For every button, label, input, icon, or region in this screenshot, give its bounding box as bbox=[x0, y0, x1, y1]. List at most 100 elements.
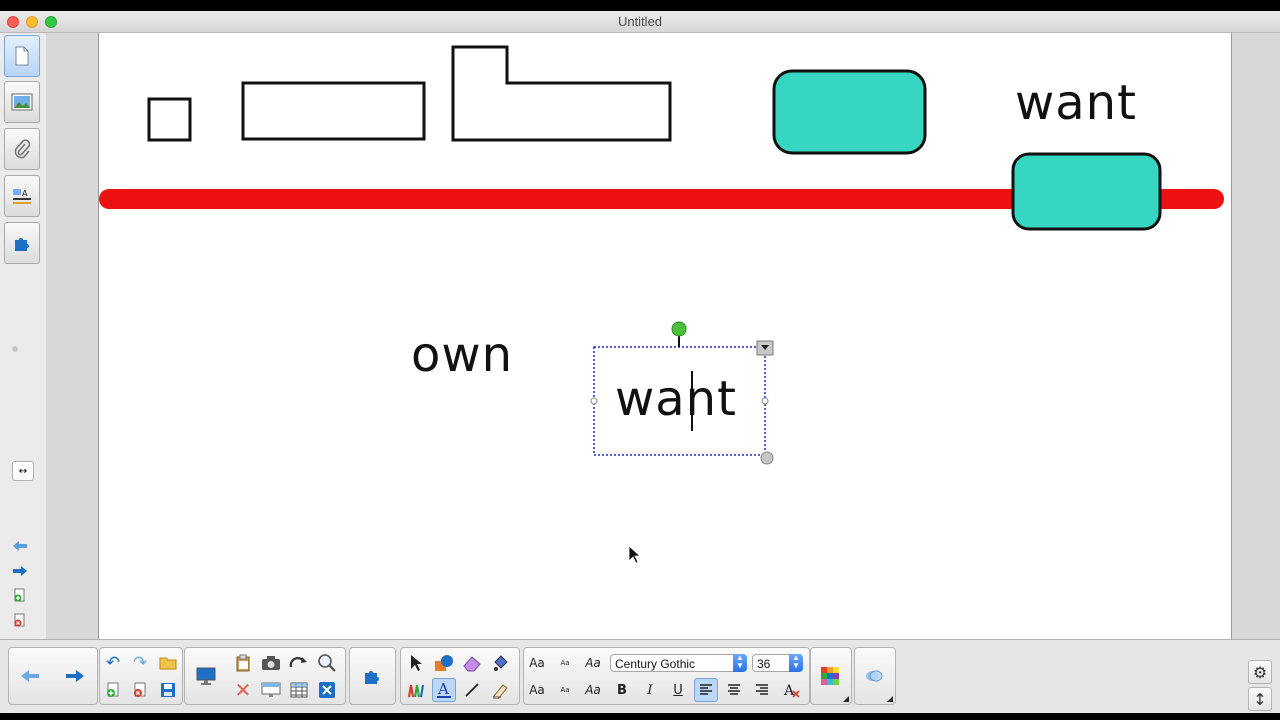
eraser-icon bbox=[463, 656, 481, 672]
word-want-top[interactable]: want bbox=[1015, 75, 1137, 131]
align-right-button[interactable] bbox=[750, 678, 774, 702]
text-style-large[interactable]: Aa bbox=[525, 651, 549, 675]
fill-tool-button[interactable] bbox=[488, 651, 512, 675]
align-left-icon bbox=[700, 684, 712, 695]
color-grid-icon bbox=[821, 667, 839, 685]
page-sorter-icon bbox=[15, 46, 29, 66]
arrow-left-icon bbox=[13, 541, 27, 551]
transparency-icon bbox=[866, 670, 883, 682]
table-button[interactable] bbox=[287, 678, 311, 702]
clipboard-icon bbox=[236, 654, 250, 672]
screen-shade-button[interactable] bbox=[259, 678, 283, 702]
l-shape-outline[interactable] bbox=[451, 45, 672, 142]
title-bar: Untitled bbox=[0, 11, 1280, 33]
undo-button[interactable]: ↶ bbox=[101, 651, 125, 675]
line-tool-button[interactable] bbox=[460, 678, 484, 702]
display-screen-button[interactable] bbox=[194, 664, 218, 688]
align-left-button[interactable] bbox=[694, 678, 718, 702]
previous-page-button[interactable] bbox=[18, 664, 42, 688]
word-want-selected[interactable]: want bbox=[615, 371, 737, 427]
properties-icon: A bbox=[13, 189, 31, 204]
whiteboard-canvas[interactable]: want own want bbox=[98, 33, 1232, 639]
teal-box-on-line[interactable] bbox=[1011, 152, 1162, 231]
rotation-handle[interactable] bbox=[671, 321, 687, 337]
text-tool-button[interactable]: A bbox=[432, 678, 456, 702]
right-gutter bbox=[1230, 33, 1280, 639]
addons-tab[interactable] bbox=[4, 222, 40, 264]
corner-expand-icon bbox=[843, 696, 849, 702]
text-style-large-2[interactable]: Aa bbox=[525, 678, 549, 702]
new-page-icon bbox=[107, 682, 119, 697]
magnifier-icon bbox=[318, 654, 336, 672]
font-family-select[interactable]: Century Gothic ▲ ▼ bbox=[610, 654, 747, 672]
previous-page-small-button[interactable] bbox=[12, 538, 28, 554]
close-presentation-button[interactable] bbox=[315, 678, 339, 702]
zoom-button[interactable] bbox=[315, 651, 339, 675]
next-page-small-button[interactable] bbox=[12, 563, 28, 579]
sidebar-resize-dot[interactable] bbox=[12, 346, 18, 352]
underline-button[interactable]: U bbox=[666, 678, 690, 702]
color-picker-button[interactable] bbox=[818, 664, 842, 688]
shapes-tool-button[interactable] bbox=[432, 651, 456, 675]
bold-button[interactable]: B bbox=[610, 678, 634, 702]
teal-box-top[interactable] bbox=[772, 69, 927, 155]
text-style-italic[interactable]: Aa bbox=[581, 651, 605, 675]
add-page-icon bbox=[14, 588, 25, 602]
arrow-right-icon bbox=[13, 566, 27, 576]
redo-button[interactable]: ↷ bbox=[128, 651, 152, 675]
word-own[interactable]: own bbox=[411, 327, 513, 383]
chevron-updown-icon: ▲ ▼ bbox=[733, 654, 747, 672]
eraser-tool-button[interactable] bbox=[460, 651, 484, 675]
select-tool-button[interactable] bbox=[404, 651, 428, 675]
clear-format-button[interactable]: A bbox=[780, 678, 804, 702]
open-button[interactable] bbox=[156, 651, 180, 675]
text-style-small-2[interactable]: Aa bbox=[553, 678, 577, 702]
resize-handle-right[interactable] bbox=[761, 397, 769, 405]
next-page-button[interactable] bbox=[63, 664, 87, 688]
font-size-value: 36 bbox=[757, 657, 771, 671]
add-page-small-button[interactable] bbox=[12, 587, 28, 603]
pen-icon bbox=[407, 684, 425, 698]
wide-rectangle-outline[interactable] bbox=[241, 81, 426, 141]
attachments-tab[interactable] bbox=[4, 128, 40, 170]
mouse-pointer-icon bbox=[628, 545, 642, 564]
screen-capture-button[interactable] bbox=[259, 651, 283, 675]
settings-button[interactable]: ⚙ bbox=[1248, 660, 1272, 684]
transparency-button[interactable] bbox=[862, 664, 886, 688]
close-box-icon bbox=[319, 682, 335, 698]
clone-button[interactable] bbox=[287, 651, 311, 675]
delete-page-small-button[interactable] bbox=[12, 612, 28, 628]
addons-button[interactable] bbox=[360, 664, 384, 688]
delete-page-button[interactable] bbox=[128, 678, 152, 702]
text-style-small[interactable]: Aa bbox=[553, 651, 577, 675]
new-page-button[interactable] bbox=[101, 678, 125, 702]
delete-button[interactable]: ✕ bbox=[231, 678, 255, 702]
small-square-outline[interactable] bbox=[147, 97, 192, 142]
italic-button[interactable]: I bbox=[638, 678, 662, 702]
align-center-button[interactable] bbox=[722, 678, 746, 702]
redo-icon: ↷ bbox=[132, 653, 148, 673]
window-title: Untitled bbox=[617, 14, 663, 29]
delete-page-icon bbox=[14, 613, 25, 627]
properties-tab[interactable]: A bbox=[4, 175, 40, 217]
paste-button[interactable] bbox=[231, 651, 255, 675]
auto-hide-toggle[interactable]: ↔ bbox=[12, 461, 34, 481]
paint-bucket-icon bbox=[494, 655, 508, 671]
text-style-italic-2[interactable]: Aa bbox=[581, 678, 605, 702]
font-size-select[interactable]: 36 ▲ ▼ bbox=[752, 654, 803, 672]
app-window: Untitled A ↔ want own want ↶ ↷ ✕ A Aa Aa… bbox=[0, 11, 1280, 713]
save-button[interactable] bbox=[156, 678, 180, 702]
resize-handle-left[interactable] bbox=[590, 397, 598, 405]
pens-tool-button[interactable] bbox=[404, 678, 428, 702]
gallery-icon bbox=[11, 93, 33, 111]
magic-pen-button[interactable] bbox=[488, 678, 512, 702]
align-right-icon bbox=[756, 684, 768, 695]
font-family-value: Century Gothic bbox=[615, 657, 696, 671]
align-center-icon bbox=[728, 684, 740, 695]
attachments-icon bbox=[14, 139, 31, 159]
open-icon bbox=[159, 657, 177, 670]
gallery-tab[interactable] bbox=[4, 81, 40, 123]
toolbar-position-button[interactable]: ↕ bbox=[1248, 687, 1272, 711]
resize-handle-corner[interactable] bbox=[760, 451, 774, 465]
page-sorter-tab[interactable] bbox=[4, 35, 40, 77]
